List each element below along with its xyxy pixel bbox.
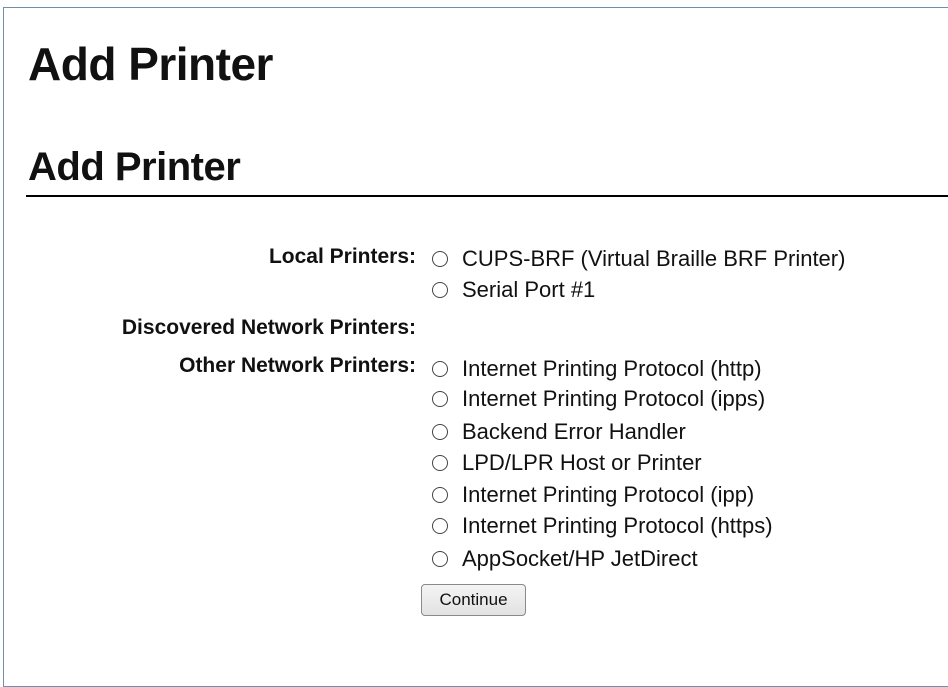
radio-option-serial-port[interactable]: Serial Port #1 xyxy=(432,276,595,304)
other-network-printers-label: Other Network Printers: xyxy=(179,354,416,377)
radio-option-label: Internet Printing Protocol (ipp) xyxy=(462,482,755,507)
radio-option-label: AppSocket/HP JetDirect xyxy=(462,546,698,571)
radio-button-icon[interactable] xyxy=(432,455,448,471)
radio-option-ipp-https[interactable]: Internet Printing Protocol (https) xyxy=(432,512,773,540)
section-title: Add Printer xyxy=(28,145,241,189)
radio-button-icon[interactable] xyxy=(432,487,448,503)
radio-button-icon[interactable] xyxy=(432,361,448,377)
local-printers-label: Local Printers: xyxy=(268,245,416,268)
radio-option-ipp[interactable]: Internet Printing Protocol (ipp) xyxy=(432,481,754,509)
radio-option-label: Internet Printing Protocol (http) xyxy=(462,356,762,381)
radio-option-label: Internet Printing Protocol (https) xyxy=(462,513,773,538)
radio-option-label: CUPS-BRF (Virtual Braille BRF Printer) xyxy=(462,246,846,271)
radio-option-ipp-ipps[interactable]: Internet Printing Protocol (ipps) xyxy=(432,385,765,413)
radio-button-icon[interactable] xyxy=(432,424,448,440)
radio-option-label: Backend Error Handler xyxy=(462,419,686,444)
continue-button[interactable]: Continue xyxy=(421,584,526,616)
radio-option-label: Serial Port #1 xyxy=(462,277,596,302)
radio-option-label: LPD/LPR Host or Printer xyxy=(462,450,702,475)
radio-button-icon[interactable] xyxy=(432,282,448,298)
page-title: Add Printer xyxy=(28,38,273,90)
discovered-network-printers-label: Discovered Network Printers: xyxy=(121,316,416,339)
radio-option-cups-brf[interactable]: CUPS-BRF (Virtual Braille BRF Printer) xyxy=(432,245,845,273)
radio-option-appsocket-jetdirect[interactable]: AppSocket/HP JetDirect xyxy=(432,545,698,573)
radio-button-icon[interactable] xyxy=(432,391,448,407)
radio-button-icon[interactable] xyxy=(432,251,448,267)
radio-option-label: Internet Printing Protocol (ipps) xyxy=(462,386,766,411)
radio-option-ipp-http[interactable]: Internet Printing Protocol (http) xyxy=(432,355,762,383)
radio-button-icon[interactable] xyxy=(432,551,448,567)
radio-button-icon[interactable] xyxy=(432,518,448,534)
section-divider xyxy=(26,195,948,197)
radio-option-backend-error-handler[interactable]: Backend Error Handler xyxy=(432,418,686,446)
radio-option-lpd-lpr[interactable]: LPD/LPR Host or Printer xyxy=(432,449,702,477)
